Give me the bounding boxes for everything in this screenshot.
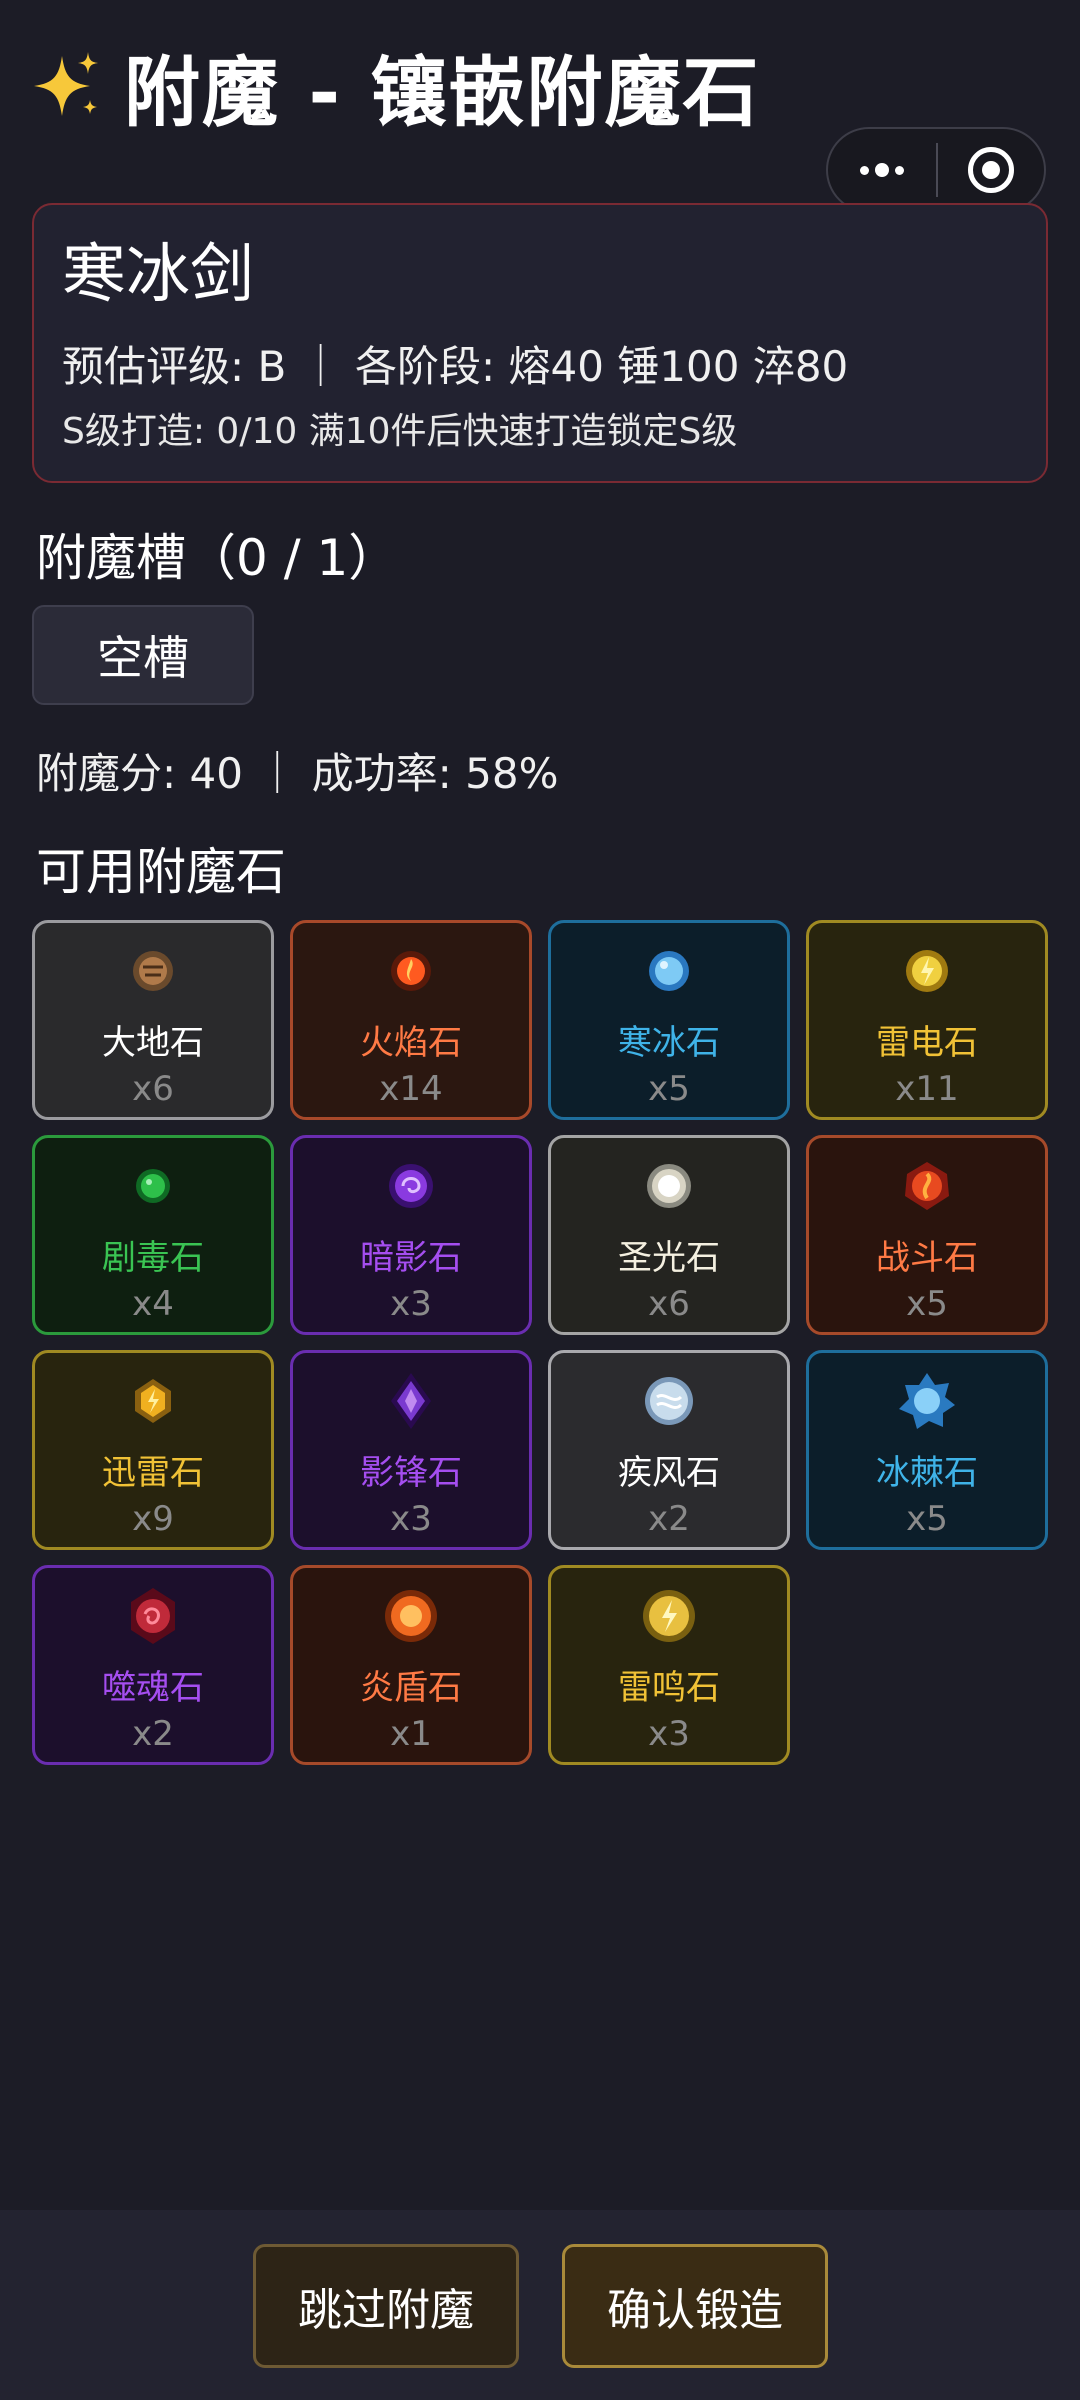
stone-card-holy[interactable]: 圣光石 x6 [548,1135,790,1335]
stone-card-earth[interactable]: 大地石 x6 [32,920,274,1120]
stone-card-shadow[interactable]: 暗影石 x3 [290,1135,532,1335]
stone-name: 冰棘石 [876,1453,978,1493]
stone-card-shadow-blade[interactable]: 影锋石 x3 [290,1350,532,1550]
stone-name: 寒冰石 [618,1023,720,1063]
score-success-rate: 附魔分: 40 ｜ 成功率: 58% [36,749,559,798]
earth-stone-icon [133,951,173,991]
stone-name: 火焰石 [360,1023,462,1063]
mini-program-capsule [826,127,1046,213]
stone-count: x1 [390,1714,432,1754]
thunder-stone-icon [906,950,948,992]
item-name: 寒冰剑 [62,238,254,312]
stone-name: 噬魂石 [102,1668,204,1708]
stone-card-swift-thunder[interactable]: 迅雷石 x9 [32,1350,274,1550]
stone-card-soul[interactable]: 噬魂石 x2 [32,1565,274,1765]
stone-count: x6 [648,1284,690,1324]
stone-card-thunder-roar[interactable]: 雷鸣石 x3 [548,1565,790,1765]
stone-name: 疾风石 [618,1453,720,1493]
more-dots-icon[interactable] [828,129,936,211]
stone-name: 雷电石 [876,1023,978,1063]
close-target-icon[interactable] [938,147,1044,193]
stone-count: x5 [906,1499,948,1539]
fire-stone-icon [391,951,431,991]
page-title: 附魔 - 镶嵌附魔石 [124,48,761,137]
skip-enchant-button[interactable]: 跳过附魔 [253,2244,519,2368]
stone-card-ice-thorn[interactable]: 冰棘石 x5 [806,1350,1048,1550]
stone-count: x11 [895,1069,959,1109]
stone-count: x6 [132,1069,174,1109]
stone-name: 炎盾石 [360,1668,462,1708]
poison-stone-icon [136,1169,170,1203]
s-grade-progress: S级打造: 0/10 满10件后快速打造锁定S级 [62,411,738,452]
confirm-forge-button[interactable]: 确认锻造 [562,2244,828,2368]
swift-thunder-stone-icon [135,1379,171,1423]
stone-count: x3 [648,1714,690,1754]
title-row: 附魔 - 镶嵌附魔石 [32,40,760,137]
stone-count: x3 [390,1499,432,1539]
stone-name: 圣光石 [618,1238,720,1278]
stone-count: x4 [132,1284,174,1324]
ice-stone-icon [649,951,689,991]
stone-name: 雷鸣石 [618,1668,720,1708]
stone-name: 大地石 [102,1023,204,1063]
item-grade-stages: 预估评级: B ｜ 各阶段: 熔40 锤100 淬80 [62,342,849,391]
wind-stone-icon [645,1377,693,1425]
stone-card-ice[interactable]: 寒冰石 x5 [548,920,790,1120]
stone-count: x14 [379,1069,443,1109]
empty-slot-button[interactable]: 空槽 [32,605,254,705]
battle-stone-icon [905,1162,949,1210]
stone-card-thunder[interactable]: 雷电石 x11 [806,920,1048,1120]
stones-title: 可用附魔石 [36,843,286,901]
stone-name: 战斗石 [876,1238,978,1278]
stone-count: x9 [132,1499,174,1539]
stone-count: x5 [906,1284,948,1324]
stone-card-poison[interactable]: 剧毒石 x4 [32,1135,274,1335]
ice-thorn-stone-icon [899,1373,955,1429]
thunder-roar-stone-icon [643,1590,695,1642]
stone-card-flame-shield[interactable]: 炎盾石 x1 [290,1565,532,1765]
stone-card-wind[interactable]: 疾风石 x2 [548,1350,790,1550]
stone-name: 暗影石 [360,1238,462,1278]
stone-name: 迅雷石 [102,1453,204,1493]
stone-count: x3 [390,1284,432,1324]
stone-count: x2 [132,1714,174,1754]
holy-stone-icon [647,1164,691,1208]
shadow-blade-stone-icon [391,1373,431,1429]
stone-card-fire[interactable]: 火焰石 x14 [290,920,532,1120]
item-info-card: 寒冰剑 预估评级: B ｜ 各阶段: 熔40 锤100 淬80 S级打造: 0/… [32,203,1048,483]
sparkles-icon [34,52,98,116]
shadow-stone-icon [389,1164,433,1208]
stone-name: 影锋石 [360,1453,462,1493]
enchant-page: 附魔 - 镶嵌附魔石 寒冰剑 预估评级: B ｜ 各阶段: 熔40 锤100 淬… [0,0,1080,2400]
bottom-action-bar: 跳过附魔 确认锻造 [0,2210,1080,2400]
stone-count: x5 [648,1069,690,1109]
stone-count: x2 [648,1499,690,1539]
stone-card-battle[interactable]: 战斗石 x5 [806,1135,1048,1335]
flame-shield-stone-icon [385,1590,437,1642]
slots-title: 附魔槽（0 / 1） [36,529,399,587]
soul-stone-icon [131,1588,175,1644]
stone-name: 剧毒石 [102,1238,204,1278]
